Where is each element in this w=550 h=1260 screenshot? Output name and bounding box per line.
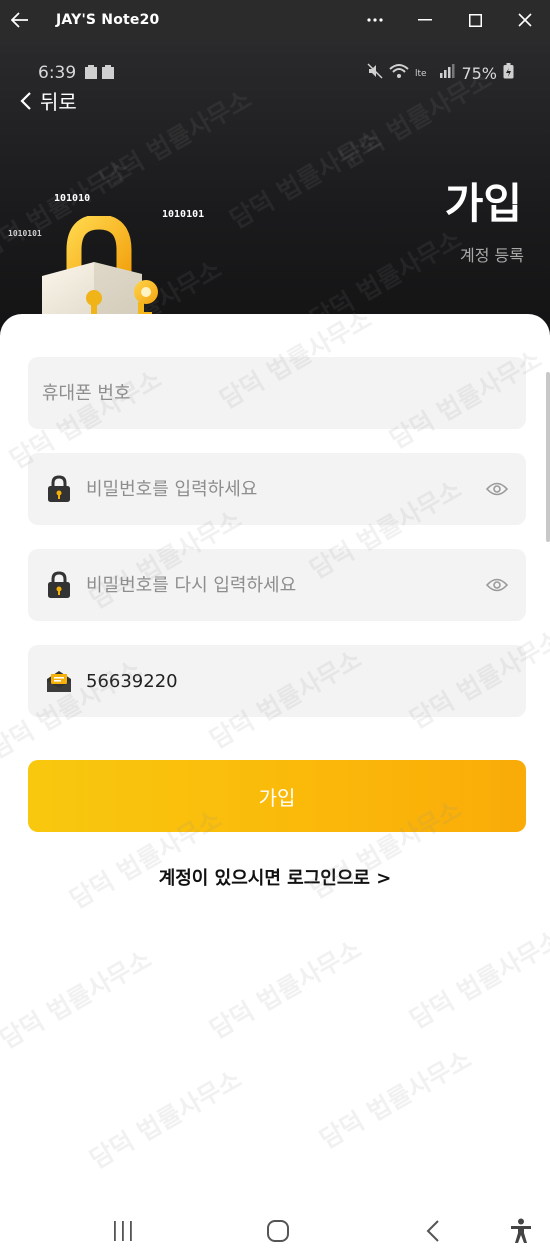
invite-code-input[interactable] — [74, 645, 526, 717]
binary-decoration: 1010101 — [8, 229, 42, 238]
page-subtitle: 계정 등록 — [460, 246, 524, 265]
phone-status-bar: 6:39 lte 75% — [38, 62, 514, 84]
mute-icon — [367, 63, 383, 83]
battery-icon — [503, 63, 514, 83]
notification-icons — [84, 65, 115, 81]
padlock-icon — [44, 570, 74, 600]
status-time: 6:39 — [38, 63, 77, 83]
window-title-bar: JAY'S Note20 — [0, 0, 550, 40]
binary-decoration: 101010 — [54, 193, 91, 204]
home-icon[interactable] — [261, 1214, 295, 1248]
more-options-icon[interactable] — [350, 0, 400, 40]
accessibility-icon[interactable] — [504, 1214, 538, 1248]
nav-back-icon[interactable] — [416, 1214, 450, 1248]
phone-input[interactable] — [28, 357, 526, 429]
chevron-left-icon — [20, 91, 31, 110]
password-confirm-field[interactable] — [28, 549, 526, 621]
padlock-icon — [44, 474, 74, 504]
invite-code-field[interactable] — [28, 645, 526, 717]
phone-field[interactable] — [28, 357, 526, 429]
close-icon[interactable] — [500, 0, 550, 40]
login-link[interactable]: 계정이 있으시면 로그인으로 > — [0, 864, 550, 890]
minimize-icon[interactable] — [400, 0, 450, 40]
scrollbar-handle[interactable] — [546, 372, 550, 542]
page-title: 가입 — [444, 179, 522, 228]
eye-icon[interactable] — [482, 474, 512, 504]
header-banner: 담덕 법률사무소 담덕 법률사무소 담덕 법률사무소 담덕 법률사무소 담덕 법… — [0, 40, 550, 340]
battery-level: 75% — [461, 63, 497, 83]
phone-navigation-bar — [0, 1200, 550, 1260]
password-input[interactable] — [74, 453, 482, 525]
password-field[interactable] — [28, 453, 526, 525]
lte-icon: lte — [415, 64, 433, 83]
back-label: 뒤로 — [40, 90, 77, 114]
window-title: JAY'S Note20 — [56, 12, 160, 28]
window-back-icon[interactable] — [0, 0, 40, 40]
maximize-icon[interactable] — [450, 0, 500, 40]
watermark-text: 담덕 법률사무소 — [94, 84, 257, 195]
signal-icon — [439, 63, 455, 83]
back-button[interactable]: 뒤로 — [20, 86, 77, 115]
envelope-icon — [44, 666, 74, 696]
recent-apps-icon[interactable] — [106, 1214, 140, 1248]
wifi-icon — [389, 63, 410, 83]
signup-button[interactable]: 가입 — [28, 760, 526, 832]
svg-text:lte: lte — [415, 69, 427, 79]
padlock-illustration-icon — [34, 214, 164, 330]
password-confirm-input[interactable] — [74, 549, 482, 621]
eye-icon[interactable] — [482, 570, 512, 600]
